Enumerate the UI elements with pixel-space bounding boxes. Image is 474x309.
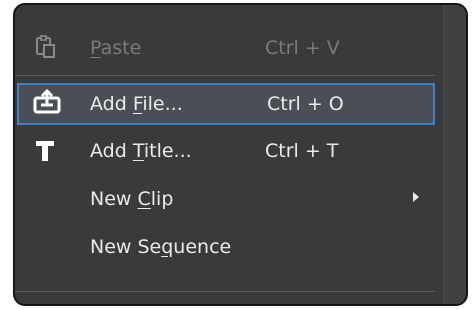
menu-item-add-file[interactable]: Add File... Ctrl + O bbox=[17, 83, 435, 125]
menu-item-label: Add File... bbox=[90, 93, 183, 115]
menu-scrollbar[interactable] bbox=[443, 5, 466, 304]
menu-item-label: Paste bbox=[90, 37, 142, 59]
menu-item-label: New Clip bbox=[90, 188, 174, 210]
menu-separator bbox=[15, 291, 435, 292]
submenu-arrow-icon bbox=[413, 192, 419, 202]
menu-item-new-clip[interactable]: New Clip bbox=[15, 180, 435, 220]
menu-item-label: New Sequence bbox=[90, 236, 232, 258]
shortcut-label: Ctrl + V bbox=[265, 37, 340, 59]
add-file-icon bbox=[33, 88, 61, 117]
shortcut-label: Ctrl + O bbox=[267, 93, 344, 115]
menu-separator bbox=[15, 75, 435, 76]
menu-item-label: Add Title... bbox=[90, 140, 192, 162]
menu-item-new-sequence[interactable]: New Sequence bbox=[15, 228, 435, 268]
title-icon bbox=[33, 137, 59, 165]
paste-icon bbox=[33, 34, 59, 62]
menu-item-paste[interactable]: Paste Ctrl + V bbox=[15, 29, 435, 69]
context-menu: Paste Ctrl + V Add File... Ctrl + O Add … bbox=[13, 3, 468, 306]
shortcut-label: Ctrl + T bbox=[265, 140, 339, 162]
menu-item-add-title[interactable]: Add Title... Ctrl + T bbox=[15, 132, 435, 172]
